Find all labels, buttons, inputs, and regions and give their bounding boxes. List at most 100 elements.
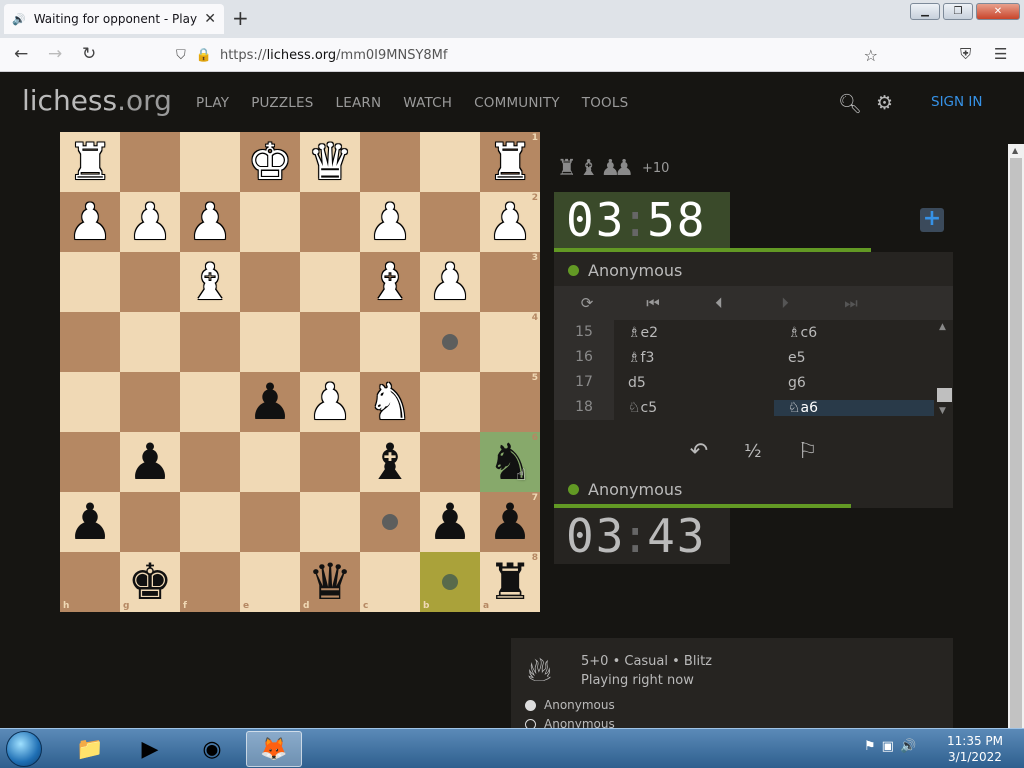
bottom-player[interactable]: Anonymous [568, 480, 682, 499]
board-square[interactable]: ♝ [360, 252, 420, 312]
new-tab-button[interactable]: + [232, 6, 249, 30]
board-square[interactable] [360, 312, 420, 372]
board-square[interactable] [120, 252, 180, 312]
nav-puzzles[interactable]: PUZZLES [251, 95, 313, 111]
flip-board-icon[interactable]: ⟳ [554, 294, 620, 312]
board-square[interactable]: ♟ [420, 492, 480, 552]
add-time-button[interactable]: + [920, 208, 944, 232]
media-player-icon[interactable]: ▶ [122, 731, 178, 767]
black-pawn-piece[interactable]: ♟ [128, 432, 173, 492]
reload-icon[interactable]: ↻ [82, 44, 96, 64]
board-square[interactable]: c [360, 552, 420, 612]
gear-icon[interactable]: ⚙ [876, 92, 893, 114]
board-square[interactable] [120, 312, 180, 372]
network-tray-icon[interactable]: ▣ [882, 739, 894, 754]
top-player[interactable]: Anonymous [568, 261, 682, 280]
black-move[interactable]: e5 [774, 350, 934, 366]
black-move[interactable]: ♗c6 [774, 325, 934, 341]
offer-draw-button[interactable]: ½ [744, 441, 761, 462]
board-square[interactable]: ♟ [360, 192, 420, 252]
board-square[interactable]: ♟ [120, 432, 180, 492]
white-bishop-piece[interactable]: ♝ [188, 252, 233, 312]
white-queen-piece[interactable]: ♛ [308, 132, 353, 192]
board-square[interactable]: b [420, 552, 480, 612]
volume-tray-icon[interactable]: 🔊 [900, 739, 916, 754]
lock-icon[interactable]: 🔒 [196, 48, 212, 63]
board-square[interactable]: ♞ [360, 372, 420, 432]
menu-icon[interactable]: ☰ [994, 45, 1007, 63]
move-hint-dot[interactable] [382, 514, 398, 530]
black-bishop-piece[interactable]: ♝ [368, 432, 413, 492]
system-clock[interactable]: 11:35 PM 3/1/2022 [940, 733, 1010, 765]
white-rook-piece[interactable]: ♜ [68, 132, 113, 192]
white-move[interactable]: ♘c5 [614, 400, 774, 416]
board-square[interactable] [120, 492, 180, 552]
white-move[interactable]: ♗e2 [614, 325, 774, 341]
board-square[interactable] [240, 312, 300, 372]
nav-watch[interactable]: WATCH [403, 95, 452, 111]
sign-in-link[interactable]: SIGN IN [931, 94, 982, 110]
flag-tray-icon[interactable]: ⚑ [864, 739, 876, 754]
board-square[interactable]: e [240, 552, 300, 612]
board-square[interactable] [420, 432, 480, 492]
board-square[interactable]: ♝ [180, 252, 240, 312]
nav-community[interactable]: COMMUNITY [474, 95, 560, 111]
black-player-entry[interactable]: Anonymous [525, 717, 615, 728]
last-move-icon[interactable]: ⏭ [818, 294, 884, 312]
board-square[interactable] [120, 132, 180, 192]
resign-flag-icon[interactable]: ⚐ [798, 439, 818, 464]
black-pawn-piece[interactable]: ♟ [488, 492, 533, 552]
black-rook-piece[interactable]: ♜ [488, 552, 533, 612]
board-square[interactable]: 4 [480, 312, 540, 372]
chess-board[interactable]: ♜ ♚ ♛ ♜ 1 ♟ ♟ ♟ ♟ ♟ 2 ♝ ♝ ♟ 3 4 ♟ ♟ ♞ 5 ♟ ♝ ♞ 6 ☝ ♟ ♟ ♟ 7 h ♚ g f e ♛ d c b ♜ 8… [60, 132, 540, 612]
board-square[interactable] [180, 132, 240, 192]
board-square[interactable] [360, 132, 420, 192]
white-move[interactable]: ♗f3 [614, 350, 774, 366]
firefox-icon[interactable]: 🦊 [246, 731, 302, 767]
close-tab-icon[interactable]: ✕ [204, 11, 216, 27]
board-square[interactable] [240, 192, 300, 252]
board-square[interactable] [180, 312, 240, 372]
first-move-icon[interactable]: ⏮ [620, 294, 686, 312]
black-pawn-piece[interactable]: ♟ [428, 492, 473, 552]
bookmark-star-icon[interactable]: ☆ [864, 46, 878, 65]
board-square[interactable] [60, 312, 120, 372]
white-knight-piece[interactable]: ♞ [368, 372, 413, 432]
board-square[interactable]: ♟ 2 [480, 192, 540, 252]
site-logo[interactable]: lichess.org [22, 84, 172, 117]
board-square[interactable] [420, 192, 480, 252]
white-king-piece[interactable]: ♚ [248, 132, 293, 192]
forward-icon[interactable]: → [48, 44, 62, 64]
black-queen-piece[interactable]: ♛ [308, 552, 353, 612]
file-explorer-icon[interactable]: 📁 [62, 731, 118, 767]
board-square[interactable]: ♟ [120, 192, 180, 252]
board-square[interactable] [60, 372, 120, 432]
page-scrollbar[interactable]: ▲ ▼ [1008, 144, 1024, 728]
white-move[interactable]: d5 [614, 375, 774, 391]
board-square[interactable]: h [60, 552, 120, 612]
board-square[interactable]: ♚ [240, 132, 300, 192]
black-pawn-piece[interactable]: ♟ [68, 492, 113, 552]
takeback-icon[interactable]: ↶ [690, 439, 708, 464]
white-pawn-piece[interactable]: ♟ [368, 192, 413, 252]
board-square[interactable] [300, 492, 360, 552]
board-square[interactable]: ♛ [300, 132, 360, 192]
scroll-down-icon[interactable]: ▼ [939, 406, 946, 416]
board-square[interactable]: 3 [480, 252, 540, 312]
white-player-entry[interactable]: Anonymous [525, 698, 615, 712]
move-list-scrollbar[interactable]: ▲ ▼ [936, 320, 953, 420]
board-square[interactable] [240, 252, 300, 312]
nav-learn[interactable]: LEARN [336, 95, 382, 111]
black-king-piece[interactable]: ♚ [128, 552, 173, 612]
board-square[interactable]: ♟ [300, 372, 360, 432]
nav-tools[interactable]: TOOLS [582, 95, 629, 111]
board-square[interactable] [60, 252, 120, 312]
back-icon[interactable]: ← [14, 44, 28, 64]
white-pawn-piece[interactable]: ♟ [188, 192, 233, 252]
board-square[interactable]: ♜ [60, 132, 120, 192]
pocket-icon[interactable]: ⛨ [960, 45, 971, 63]
board-square[interactable] [120, 372, 180, 432]
board-square[interactable]: ♟ [240, 372, 300, 432]
scroll-thumb[interactable] [937, 388, 952, 402]
page-scroll-thumb[interactable] [1010, 158, 1022, 728]
